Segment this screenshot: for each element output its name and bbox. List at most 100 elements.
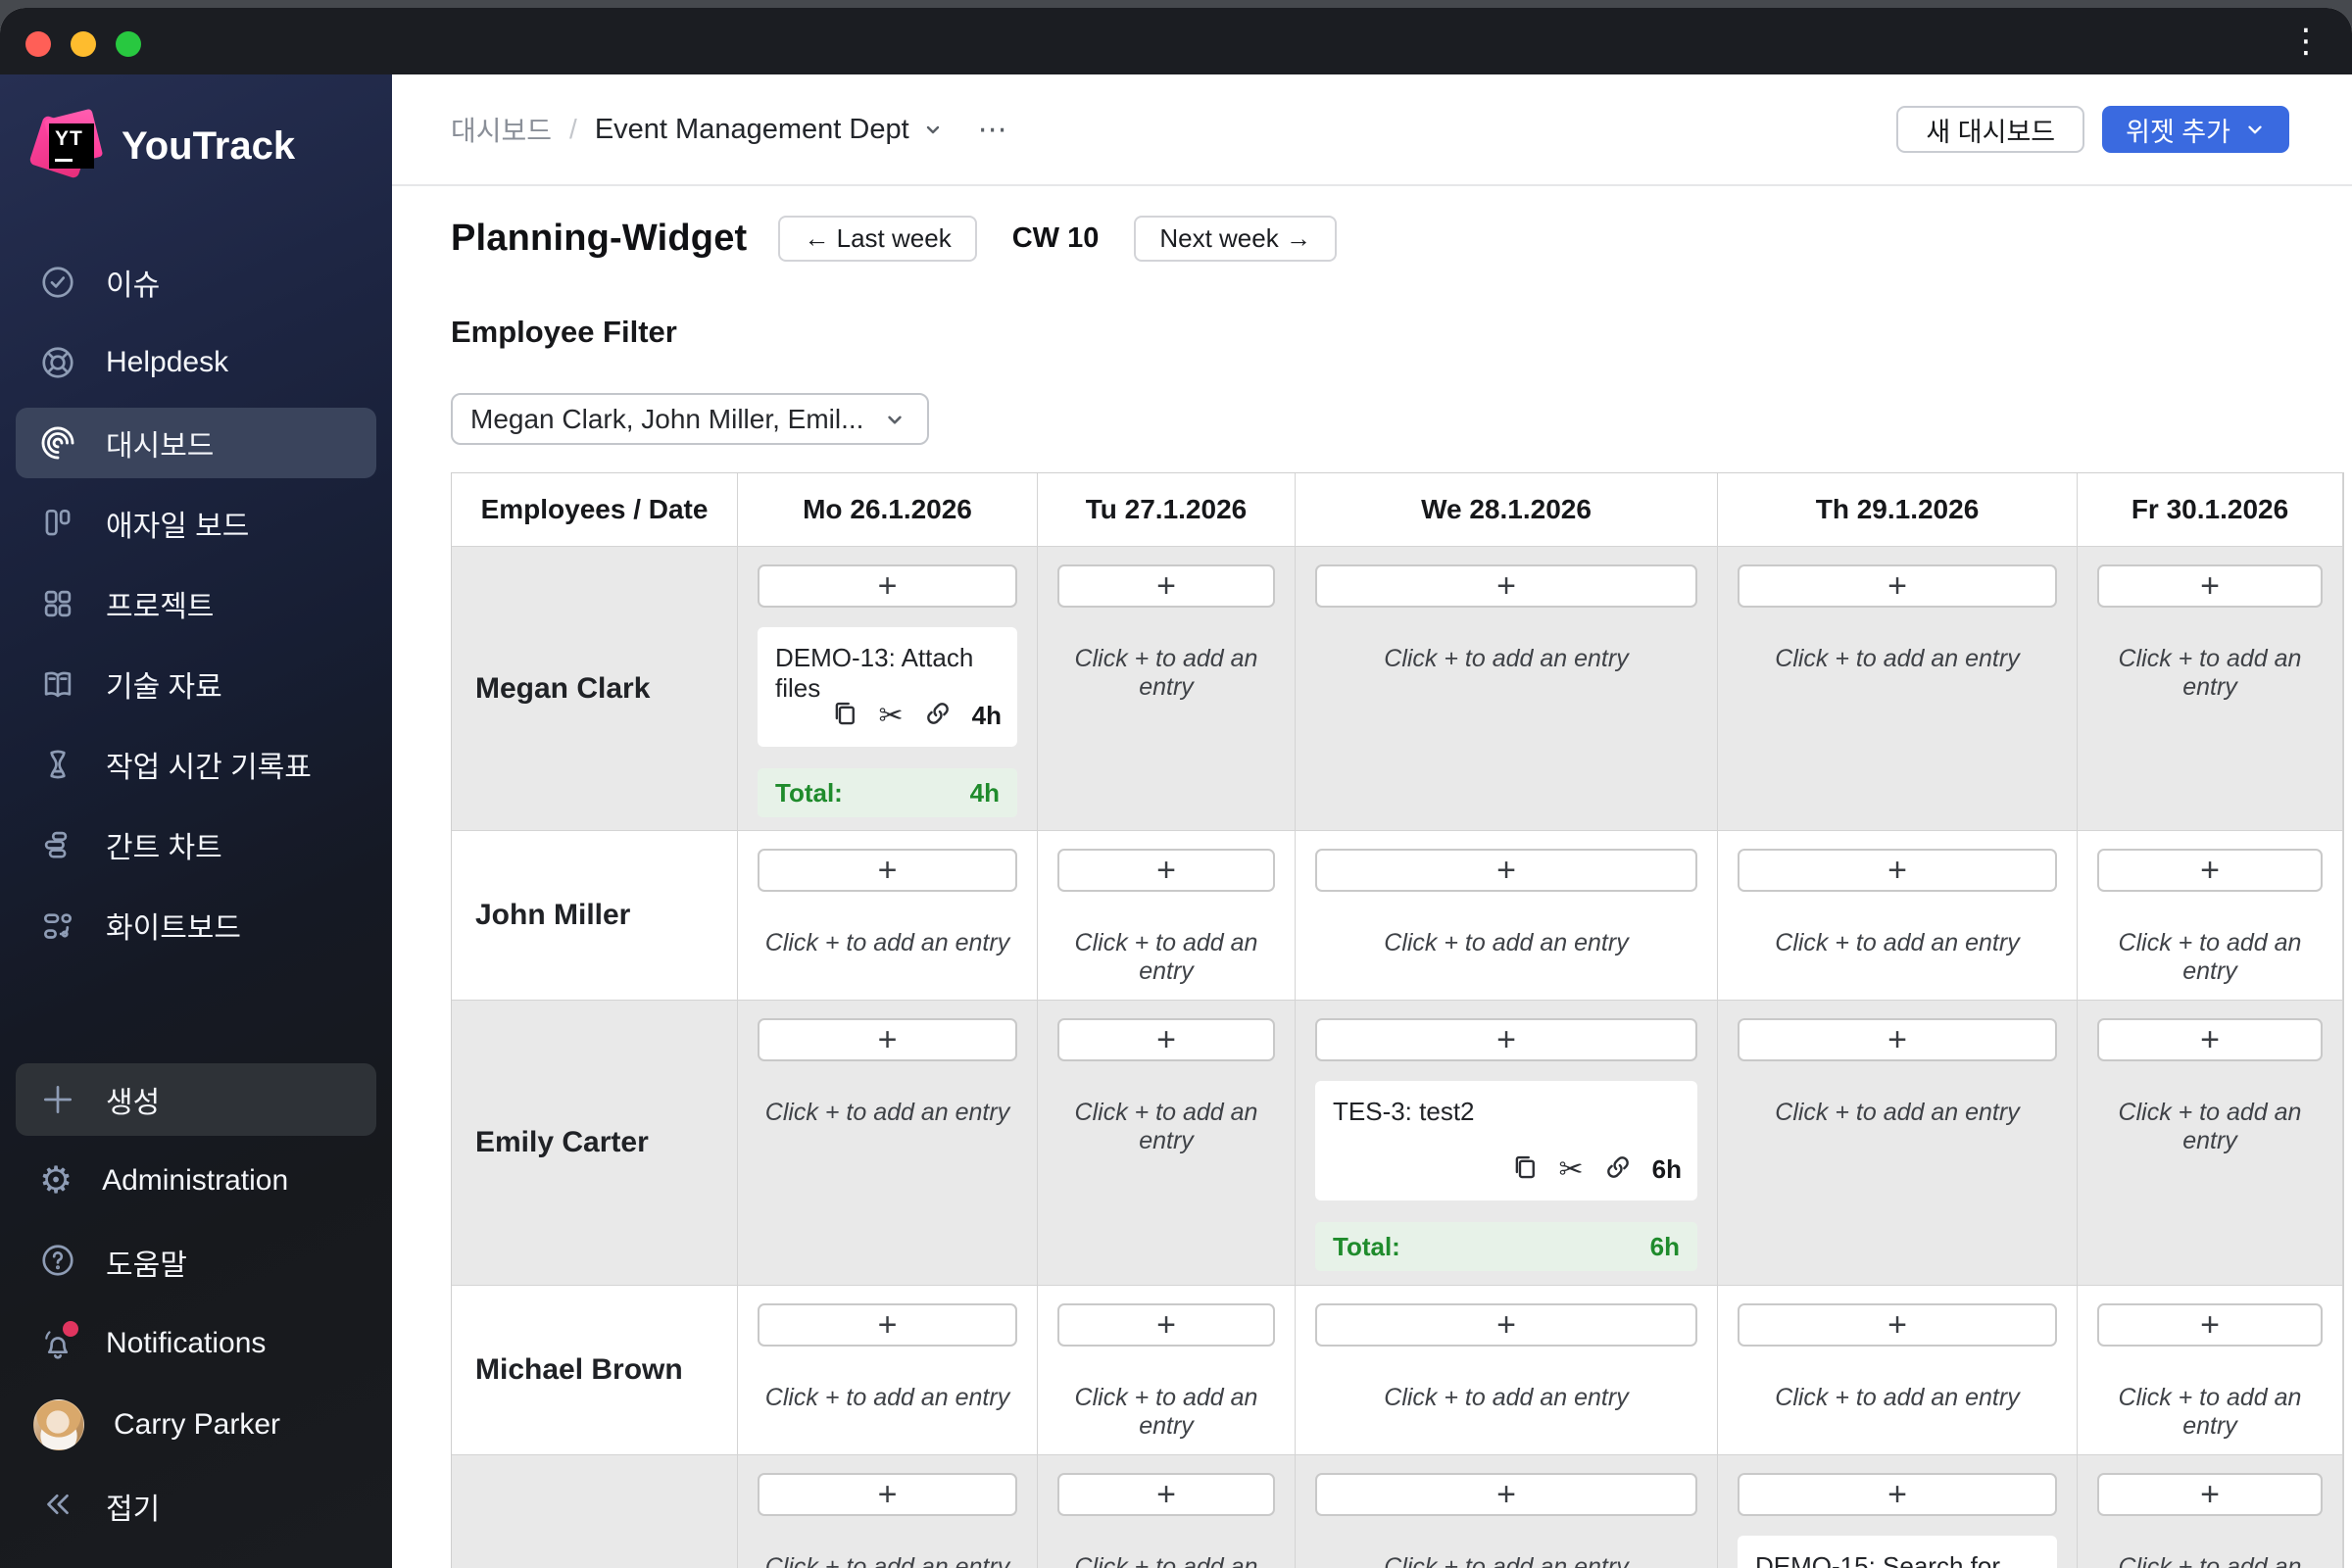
dashboard-spiral-icon	[39, 424, 76, 462]
add-entry-hint: Click + to add an entry	[1775, 929, 2020, 956]
table-header-monday: Mo 26.1.2026	[738, 473, 1038, 547]
add-entry-button[interactable]: +	[1738, 849, 2057, 892]
widget-content: Planning-Widget ← Last week CW 10 Next w…	[392, 216, 2352, 1568]
check-circle-icon	[39, 264, 76, 301]
add-entry-button[interactable]: +	[758, 1018, 1017, 1061]
add-entry-button[interactable]: +	[1057, 564, 1275, 608]
add-entry-button[interactable]: +	[1738, 1473, 2057, 1516]
link-icon[interactable]	[1603, 1152, 1633, 1187]
whiteboard-diagram-icon	[39, 906, 76, 944]
youtrack-logo[interactable]: YT YouTrack	[0, 74, 392, 192]
add-entry-button[interactable]: +	[2097, 849, 2323, 892]
add-entry-button[interactable]: +	[1057, 849, 1275, 892]
sidebar-item-issues[interactable]: 이슈	[16, 247, 376, 318]
lifebuoy-icon	[39, 344, 76, 381]
add-entry-button[interactable]: +	[758, 849, 1017, 892]
sidebar-item-helpdesk[interactable]: Helpdesk	[16, 327, 376, 398]
create-button[interactable]: 생성	[16, 1063, 376, 1136]
app-name: YouTrack	[122, 123, 296, 168]
sidebar-item-administration[interactable]: ⚙ Administration	[16, 1145, 376, 1217]
add-entry-button[interactable]: +	[1057, 1018, 1275, 1061]
entry-card[interactable]: DEMO-13: Attach files ✂ 4h	[758, 627, 1017, 747]
add-entry-button[interactable]: +	[1057, 1473, 1275, 1516]
total-label: Total:	[775, 777, 843, 808]
add-widget-button[interactable]: 위젯 추가	[2102, 106, 2289, 153]
sidebar-item-help[interactable]: 도움말	[16, 1226, 376, 1298]
copy-icon[interactable]	[1510, 1152, 1540, 1187]
add-entry-button[interactable]: +	[1315, 1473, 1697, 1516]
sidebar-item-label: 작업 시간 기록표	[106, 752, 312, 784]
new-dashboard-button[interactable]: 새 대시보드	[1896, 106, 2085, 153]
calendar-week-label: CW 10	[1011, 222, 1100, 254]
breadcrumb: 대시보드 / Event Management Dept ⋯	[451, 110, 1009, 149]
day-cell: + Click + to add an entry	[1718, 547, 2078, 831]
link-icon[interactable]	[923, 699, 953, 733]
add-entry-button[interactable]: +	[2097, 1303, 2323, 1347]
sidebar-item-dashboards[interactable]: 대시보드	[16, 408, 376, 478]
sidebar-nav: 이슈 Helpdesk 대시보드 애자일 보드 프로젝트 기술 자료 작업 시간…	[0, 247, 392, 960]
main-area: 대시보드 / Event Management Dept ⋯ 새 대시보드 위젯…	[392, 74, 2352, 1568]
add-entry-hint: Click + to add an entry	[2118, 929, 2302, 985]
sidebar-item-gantt-charts[interactable]: 간트 차트	[16, 809, 376, 880]
day-cell: + Click + to add an entry	[2078, 1286, 2343, 1455]
sidebar-item-notifications[interactable]: Notifications	[16, 1307, 376, 1380]
cut-icon[interactable]: ✂	[1559, 1154, 1584, 1185]
close-window-button[interactable]	[25, 31, 51, 57]
widget-title: Planning-Widget	[451, 218, 748, 259]
avatar	[33, 1399, 84, 1450]
help-label: 도움말	[106, 1250, 187, 1282]
sidebar-item-label: 이슈	[106, 270, 161, 302]
day-cell: + DEMO-13: Attach files ✂ 4h Total: 4h	[738, 547, 1038, 831]
employee-name-cell: John Miller	[452, 831, 738, 1001]
add-entry-button[interactable]: +	[1057, 1303, 1275, 1347]
copy-icon[interactable]	[830, 699, 859, 733]
breadcrumb-dashboards-link[interactable]: 대시보드	[451, 110, 552, 149]
add-entry-button[interactable]: +	[758, 1473, 1017, 1516]
entry-card[interactable]: DEMO-15: Search for issues	[1738, 1536, 2057, 1568]
topbar-actions: 새 대시보드 위젯 추가	[1896, 106, 2289, 153]
entry-card[interactable]: TES-3: test2 ✂ 6h	[1315, 1081, 1697, 1200]
entry-card-title: TES-3: test2	[1333, 1097, 1475, 1126]
user-menu[interactable]: Carry Parker	[16, 1389, 376, 1461]
add-entry-button[interactable]: +	[1738, 1018, 2057, 1061]
last-week-button[interactable]: ← Last week	[778, 216, 977, 262]
add-entry-button[interactable]: +	[2097, 564, 2323, 608]
sidebar-item-projects[interactable]: 프로젝트	[16, 568, 376, 639]
collapse-sidebar-button[interactable]: 접기	[16, 1470, 376, 1543]
day-cell: + Click + to add an entry	[2078, 831, 2343, 1001]
add-entry-button[interactable]: +	[1315, 1303, 1697, 1347]
total-bar: Total: 4h	[758, 768, 1017, 817]
add-entry-button[interactable]: +	[2097, 1018, 2323, 1061]
add-entry-button[interactable]: +	[1315, 564, 1697, 608]
employee-filter-select[interactable]: Megan Clark, John Miller, Emil...	[451, 393, 929, 445]
sidebar-item-whiteboards[interactable]: 화이트보드	[16, 890, 376, 960]
add-entry-button[interactable]: +	[1738, 1303, 2057, 1347]
add-entry-button[interactable]: +	[1315, 1018, 1697, 1061]
sidebar-item-label: 간트 차트	[106, 832, 222, 864]
question-circle-icon	[39, 1242, 76, 1284]
browser-menu-icon[interactable]: ⋮	[2289, 22, 2323, 61]
next-week-button[interactable]: Next week →	[1134, 216, 1337, 262]
youtrack-logo-icon: YT	[28, 108, 104, 180]
dashboard-title-dropdown[interactable]: Event Management Dept	[595, 114, 945, 146]
add-entry-button[interactable]: +	[1315, 849, 1697, 892]
minimize-window-button[interactable]	[71, 31, 96, 57]
cut-icon[interactable]: ✂	[879, 701, 904, 731]
sidebar-item-agile-boards[interactable]: 애자일 보드	[16, 488, 376, 559]
add-entry-button[interactable]: +	[2097, 1473, 2323, 1516]
add-entry-hint: Click + to add an entry	[2118, 1553, 2302, 1568]
dashboard-more-menu[interactable]: ⋯	[978, 113, 1009, 147]
sidebar-item-label: 애자일 보드	[106, 511, 250, 543]
gear-icon: ⚙	[39, 1160, 74, 1201]
add-entry-hint: Click + to add an entry	[764, 1553, 1010, 1568]
breadcrumb-separator: /	[569, 114, 577, 144]
sidebar-item-timesheets[interactable]: 작업 시간 기록표	[16, 729, 376, 800]
zoom-window-button[interactable]	[116, 31, 141, 57]
add-entry-button[interactable]: +	[758, 1303, 1017, 1347]
add-entry-hint: Click + to add an entry	[1384, 645, 1629, 672]
sidebar-item-knowledge-base[interactable]: 기술 자료	[16, 649, 376, 719]
add-entry-button[interactable]: +	[758, 564, 1017, 608]
add-entry-hint: Click + to add an entry	[1384, 1384, 1629, 1411]
add-entry-button[interactable]: +	[1738, 564, 2057, 608]
day-cell: + Click + to add an entry	[1718, 1001, 2078, 1286]
